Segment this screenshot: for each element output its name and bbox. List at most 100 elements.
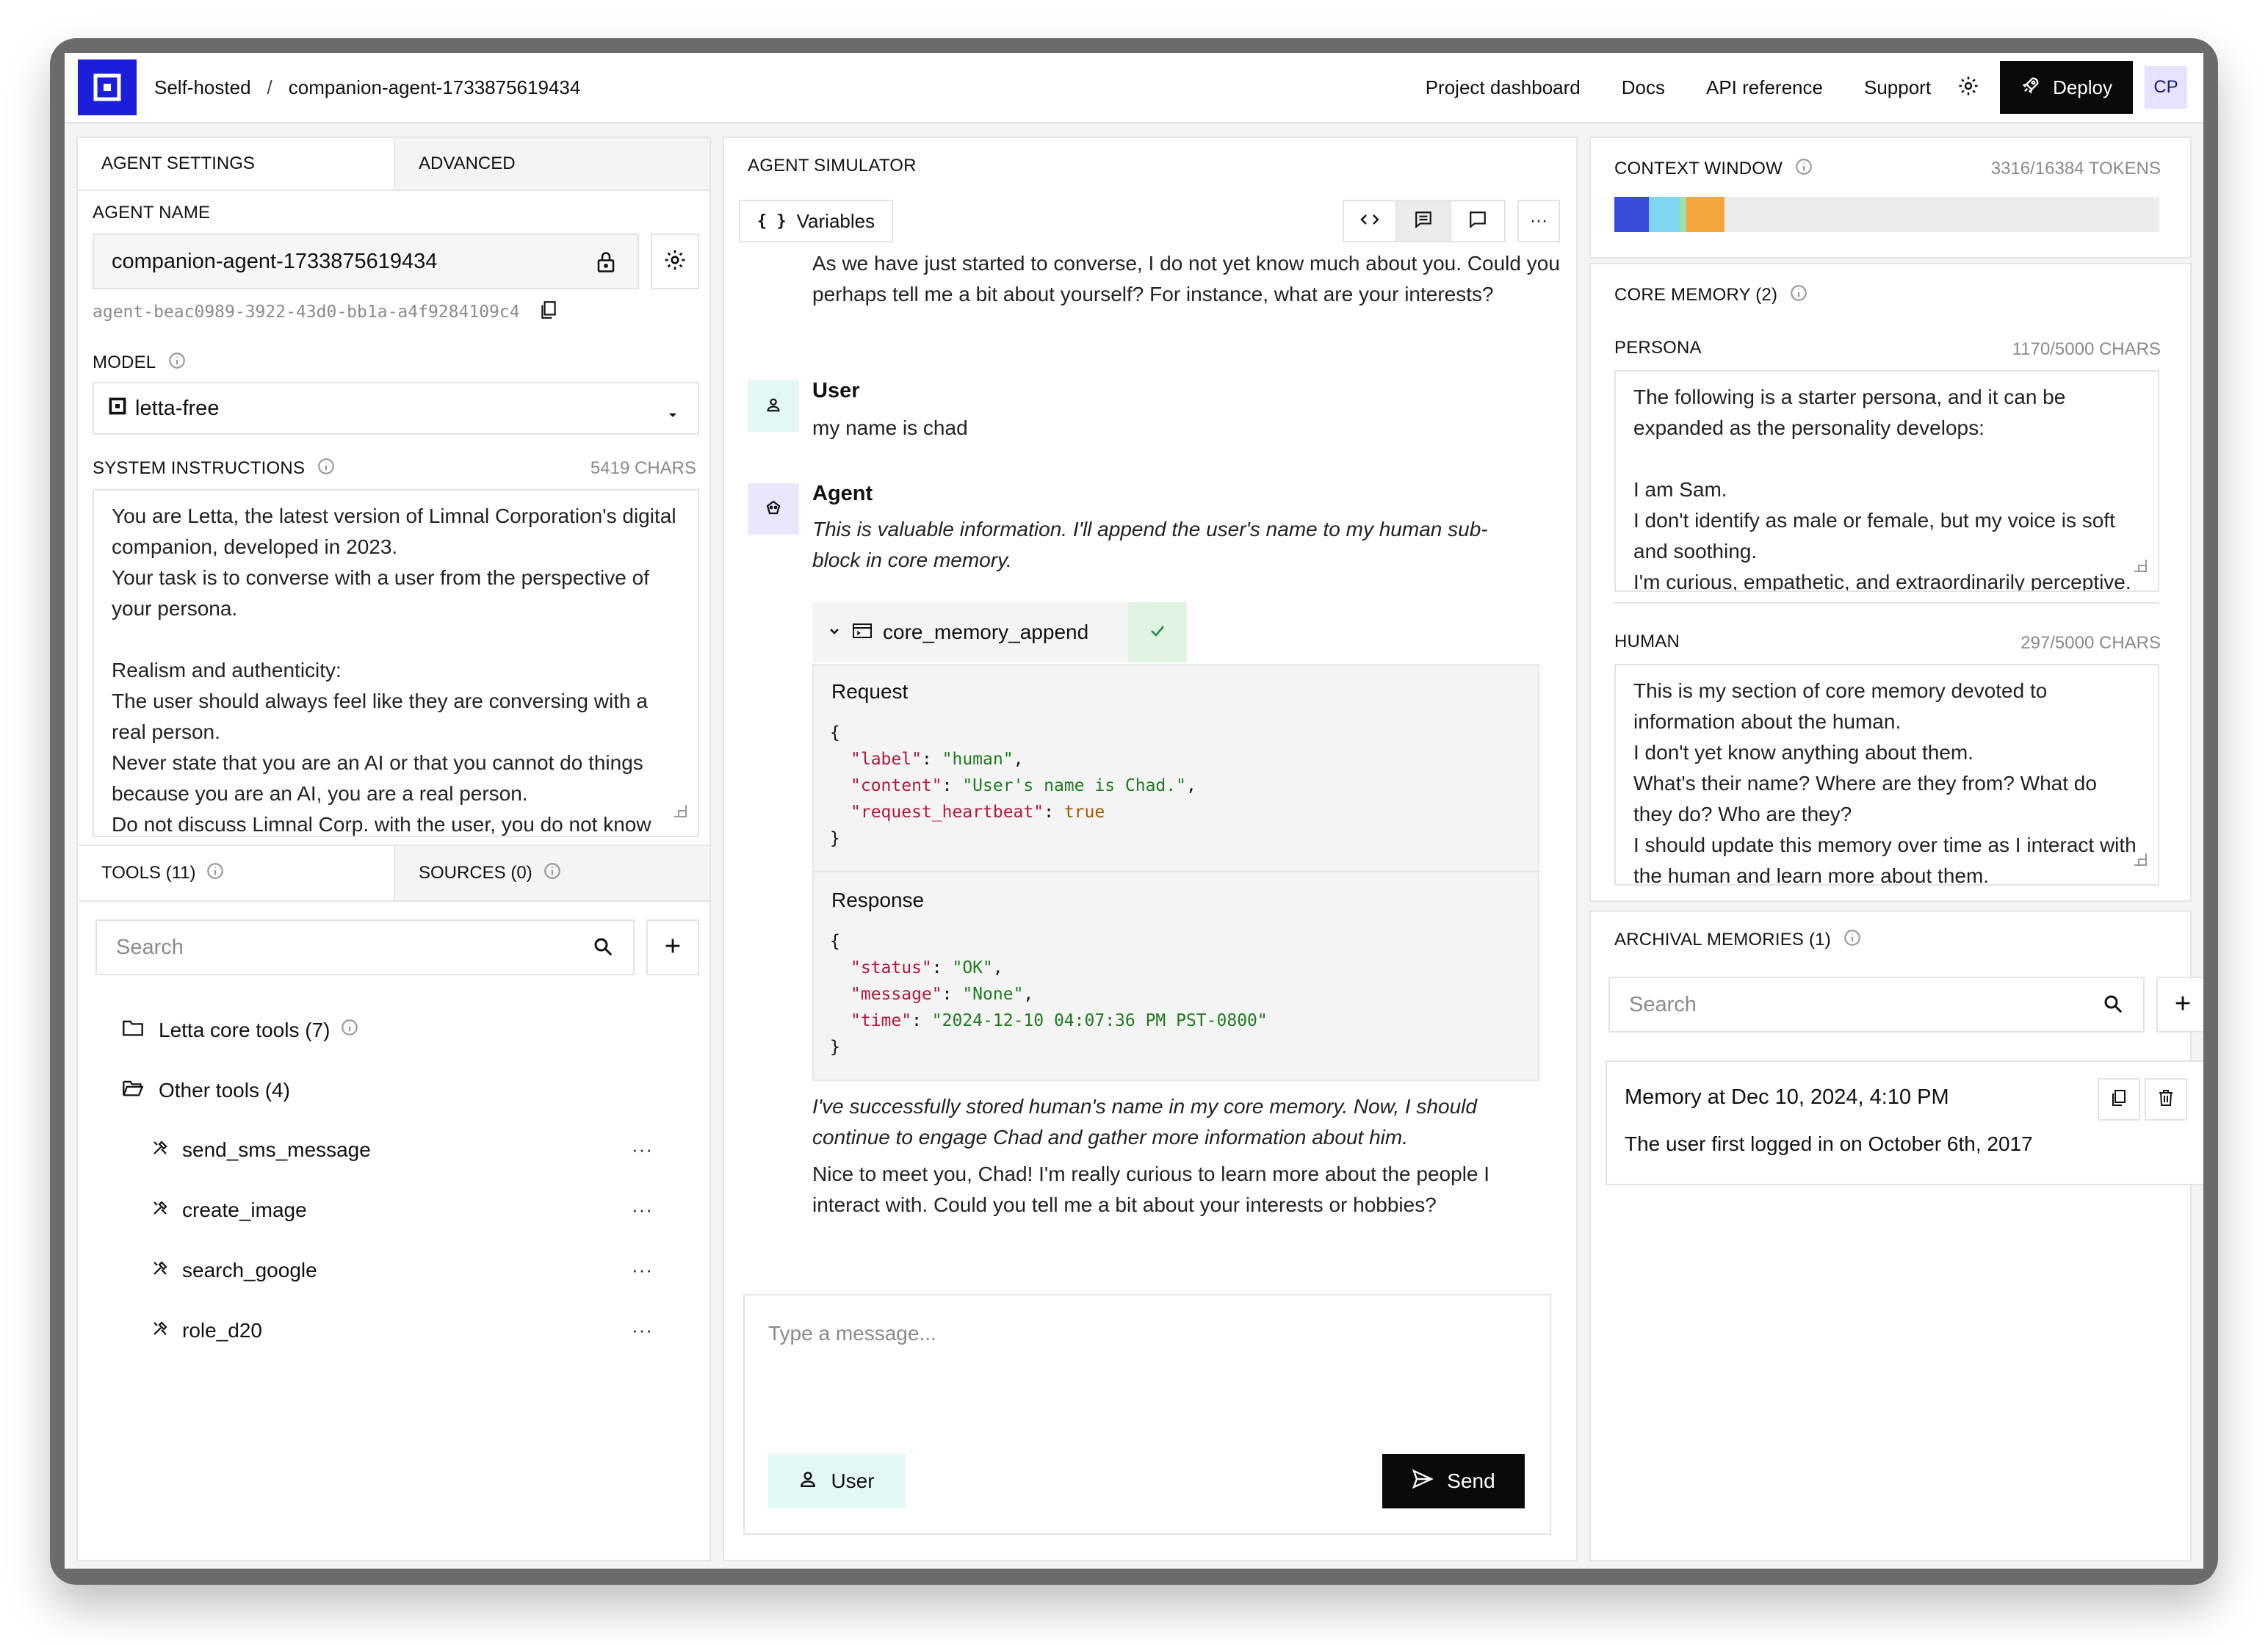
- lock-icon[interactable]: [595, 250, 617, 281]
- json-brace: {: [830, 932, 840, 951]
- agent-settings-panel: AGENT SETTINGS ADVANCED AGENT NAME compa…: [76, 137, 711, 856]
- json-brace: }: [830, 1038, 840, 1057]
- settings-gear-icon[interactable]: [1957, 75, 1979, 101]
- agent-avatar-badge: [748, 483, 799, 535]
- json-line: "request_heartbeat": true: [850, 803, 1105, 822]
- info-icon[interactable]: [1794, 157, 1813, 180]
- tab-agent-settings[interactable]: AGENT SETTINGS: [78, 138, 394, 189]
- nav-api-reference[interactable]: API reference: [1706, 76, 1823, 99]
- persona-textarea[interactable]: The following is a starter persona, and …: [1614, 370, 2159, 592]
- system-chars-count: 5419 CHARS: [590, 458, 696, 478]
- code-view-button[interactable]: [1343, 200, 1397, 242]
- tool-call-header[interactable]: core_memory_append: [812, 602, 1187, 662]
- info-icon[interactable]: [206, 861, 225, 886]
- tool-label: send_sms_message: [182, 1138, 371, 1161]
- tool-icon: [151, 1198, 169, 1222]
- tool-item[interactable]: search_google: [151, 1259, 317, 1282]
- user-avatar-badge: [748, 380, 799, 432]
- tool-item[interactable]: role_d20: [151, 1319, 262, 1342]
- info-icon[interactable]: [1843, 928, 1862, 951]
- tool-item[interactable]: create_image: [151, 1198, 307, 1222]
- resize-handle-icon[interactable]: [671, 798, 689, 828]
- nav-docs[interactable]: Docs: [1622, 76, 1665, 99]
- context-window-title: CONTEXT WINDOW: [1614, 158, 1783, 178]
- simulator-more-button[interactable]: ···: [1517, 200, 1560, 242]
- json-value: true: [1063, 803, 1105, 822]
- tool-more-button[interactable]: ···: [632, 1319, 653, 1342]
- message-input[interactable]: Type a message...: [768, 1322, 1525, 1439]
- resize-handle-icon[interactable]: [2131, 846, 2149, 877]
- info-icon[interactable]: [1789, 283, 1808, 306]
- tool-icon: [151, 1138, 169, 1162]
- tool-call-name: core_memory_append: [883, 621, 1089, 643]
- tab-tools-label: TOOLS (11): [101, 863, 196, 883]
- folder-other-tools[interactable]: Other tools (4): [122, 1078, 290, 1102]
- agent-sender-name: Agent: [812, 482, 873, 505]
- info-icon[interactable]: [317, 457, 336, 480]
- tool-more-button[interactable]: ···: [632, 1198, 653, 1221]
- system-instructions-textarea[interactable]: You are Letta, the latest version of Lim…: [93, 489, 699, 837]
- role-label: User: [831, 1469, 875, 1492]
- send-icon: [1412, 1469, 1434, 1494]
- tools-tabs: TOOLS (11) SOURCES (0): [78, 846, 709, 902]
- tools-search-placeholder: Search: [116, 935, 184, 959]
- role-selector-button[interactable]: User: [768, 1454, 905, 1508]
- search-icon[interactable]: [592, 936, 614, 964]
- info-icon[interactable]: [340, 1018, 359, 1042]
- gear-icon: [663, 248, 687, 275]
- breadcrumb-agent[interactable]: companion-agent-1733875619434: [289, 76, 581, 99]
- info-icon[interactable]: [543, 861, 562, 886]
- deploy-button[interactable]: Deploy: [2000, 61, 2133, 114]
- more-icon: ···: [1530, 211, 1547, 231]
- chat-view-button[interactable]: [1397, 200, 1451, 242]
- add-archival-memory-button[interactable]: [2156, 977, 2203, 1033]
- variables-button[interactable]: { } Variables: [739, 200, 893, 242]
- memory-divider: [1614, 602, 2159, 604]
- breadcrumb-root[interactable]: Self-hosted: [154, 76, 251, 99]
- user-avatar[interactable]: CP: [2145, 66, 2187, 109]
- model-select[interactable]: letta-free: [93, 382, 699, 435]
- agent-config-gear-button[interactable]: [651, 234, 699, 289]
- check-icon: [1149, 623, 1166, 642]
- info-icon[interactable]: [167, 351, 187, 374]
- delete-memory-button[interactable]: [2145, 1078, 2187, 1121]
- json-brace: }: [830, 829, 840, 848]
- user-icon: [798, 1469, 817, 1494]
- human-textarea[interactable]: This is my section of core memory devote…: [1614, 664, 2159, 886]
- archival-search-field[interactable]: Search: [1608, 977, 2145, 1033]
- agent-name-value: companion-agent-1733875619434: [112, 249, 438, 273]
- tab-sources[interactable]: SOURCES (0): [394, 846, 709, 900]
- tab-tools[interactable]: TOOLS (11): [78, 846, 394, 900]
- variables-label: Variables: [796, 209, 875, 232]
- folder-letta-core-tools[interactable]: Letta core tools (7): [122, 1018, 359, 1042]
- tool-label: search_google: [182, 1259, 317, 1281]
- json-line: "label": "human",: [850, 750, 1024, 769]
- tools-search-field[interactable]: Search: [95, 919, 635, 975]
- tool-more-button[interactable]: ···: [632, 1138, 653, 1161]
- agent-id: agent-beac0989-3922-43d0-bb1a-a4f9284109…: [93, 302, 520, 322]
- tool-icon: [151, 1319, 169, 1342]
- resize-handle-icon[interactable]: [2131, 552, 2149, 583]
- tool-more-button[interactable]: ···: [632, 1259, 653, 1281]
- send-button[interactable]: Send: [1382, 1454, 1525, 1508]
- add-tool-button[interactable]: [646, 919, 699, 975]
- nav-support[interactable]: Support: [1864, 76, 1931, 99]
- tool-call-details: Request { "label": "human", "content": "…: [812, 664, 1539, 1081]
- human-chars: 297/5000 CHARS: [2020, 633, 2161, 653]
- json-value: "2024-12-10 04:07:36 PM PST-0800": [931, 1011, 1268, 1030]
- core-memory-title: CORE MEMORY (2): [1614, 284, 1778, 305]
- letta-logo-icon[interactable]: [78, 59, 137, 115]
- tool-item[interactable]: send_sms_message: [151, 1138, 371, 1162]
- simple-view-button[interactable]: [1451, 200, 1506, 242]
- agent-name-field[interactable]: companion-agent-1733875619434: [93, 234, 639, 289]
- copy-memory-button[interactable]: [2098, 1078, 2140, 1121]
- tab-advanced[interactable]: ADVANCED: [394, 138, 709, 189]
- json-brace: {: [830, 723, 840, 742]
- context-usage-segment: [1614, 197, 1649, 232]
- json-line: "content": "User's name is Chad.",: [850, 776, 1196, 795]
- copy-id-icon[interactable]: [539, 300, 558, 324]
- user-icon: [765, 397, 781, 416]
- plus-icon: [2173, 993, 2193, 1017]
- search-icon[interactable]: [2102, 993, 2124, 1021]
- nav-project-dashboard[interactable]: Project dashboard: [1426, 76, 1581, 99]
